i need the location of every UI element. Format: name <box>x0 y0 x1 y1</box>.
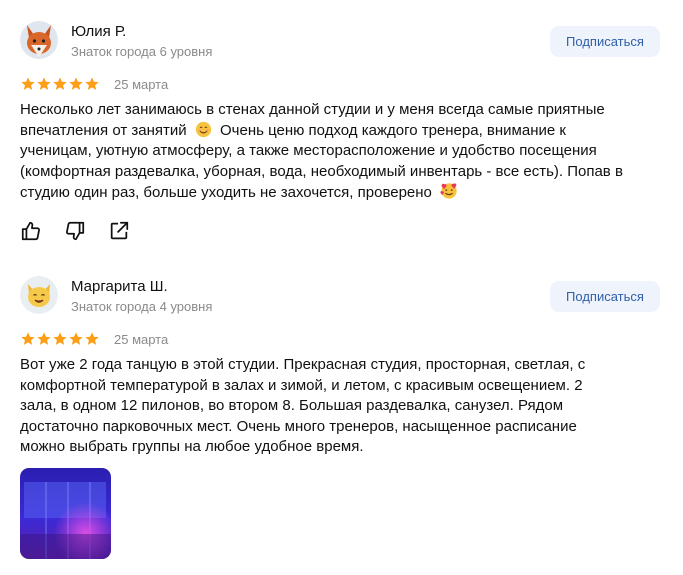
review-photo[interactable] <box>20 468 111 559</box>
star-icon <box>21 332 35 345</box>
thumb-up-icon[interactable] <box>20 220 42 242</box>
studio-photo <box>20 468 111 559</box>
subscribe-button[interactable]: Подписаться <box>550 26 660 57</box>
rating-row: 25 марта <box>20 76 168 92</box>
avatar[interactable] <box>20 276 58 314</box>
avatar[interactable] <box>20 21 58 59</box>
author-level: Знаток города 4 уровня <box>71 299 213 314</box>
subscribe-button[interactable]: Подписаться <box>550 281 660 312</box>
review-text-line: (комфортная раздевалка, уборная, вода, н… <box>20 162 623 180</box>
star-icon <box>53 332 67 345</box>
review-date: 25 марта <box>114 331 169 347</box>
review-text: Вот уже 2 года танцую в этой студии. Пре… <box>20 355 666 458</box>
star-icon <box>53 77 67 90</box>
review-text-line: ученицам, уютную атмосферу, а также мест… <box>20 142 597 159</box>
review-text-line: студию один раз, больше уходить не захоч… <box>20 184 432 201</box>
star-icon <box>21 77 35 90</box>
star-icon <box>69 332 83 345</box>
review-text-line: Несколько лет занимаюсь в стенах данной … <box>20 101 605 118</box>
star-icon <box>85 77 99 90</box>
review-actions <box>20 220 130 242</box>
review-text-line: Очень ценю подход каждого тренера, внима… <box>220 121 566 139</box>
smile-emoji-icon <box>195 121 211 137</box>
rating-row: 25 марта <box>20 331 168 347</box>
review-text-line: Вот уже 2 года танцую в этой студии. Пре… <box>20 356 586 373</box>
review-text-line: впечатления от занятий <box>20 121 187 139</box>
review-date: 25 марта <box>114 76 169 92</box>
author-name[interactable]: Маргарита Ш. <box>71 278 168 295</box>
star-icon <box>69 77 83 90</box>
review-text-line: можно выбрать группы на любое удобное вр… <box>20 438 364 455</box>
review-text-line: достаточно парковочных мест. Очень много… <box>20 417 577 435</box>
hearts-emoji-icon <box>440 183 457 199</box>
thumb-down-icon[interactable] <box>64 220 86 242</box>
review-text: Несколько лет занимаюсь в стенах данной … <box>20 100 666 204</box>
review-text-line: зала, в одном 12 пилонов, во втором 8. Б… <box>20 397 564 414</box>
author-level: Знаток города 6 уровня <box>71 44 213 59</box>
star-icon <box>85 332 99 345</box>
cat-icon <box>20 276 58 314</box>
share-icon[interactable] <box>108 220 130 242</box>
author-name[interactable]: Юлия Р. <box>71 23 126 40</box>
star-icon <box>37 332 51 345</box>
review-text-line: комфортной температурой в залах и зимой,… <box>20 376 583 394</box>
star-icon <box>37 77 51 90</box>
fox-icon <box>20 21 58 59</box>
